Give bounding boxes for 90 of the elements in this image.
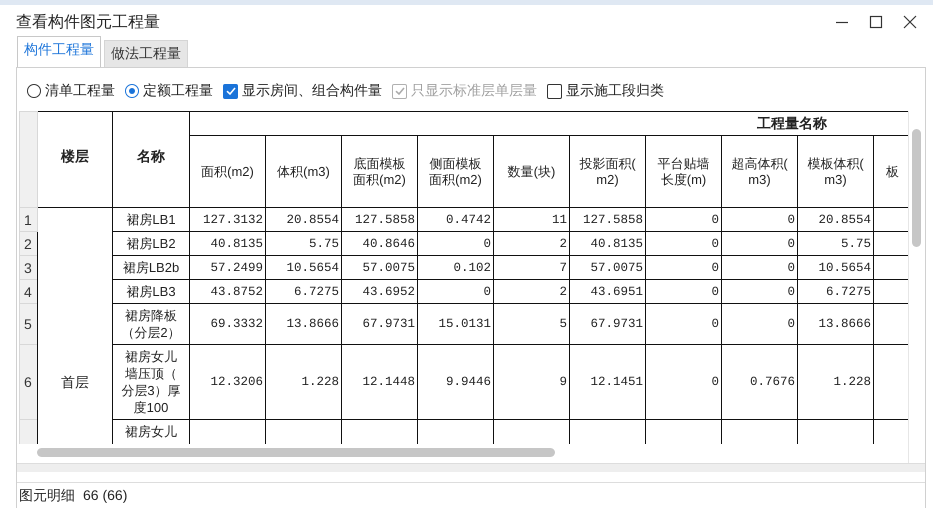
table-cell: 0 bbox=[483, 284, 491, 298]
table-cell: 13.8666 bbox=[286, 317, 339, 331]
table-cell-text: 裙房LB3 bbox=[125, 283, 177, 300]
window-title: 查看构件图元工程量 bbox=[16, 12, 161, 32]
table-cell: 0 bbox=[787, 260, 795, 274]
table-cell: 0.4742 bbox=[446, 212, 491, 226]
table-cell: 40.8646 bbox=[362, 236, 415, 250]
tab[interactable]: 做法工程量 bbox=[104, 40, 188, 67]
table-cell: 首层 bbox=[61, 374, 89, 390]
table-cell: 5.75 bbox=[840, 236, 871, 250]
close-icon[interactable] bbox=[903, 15, 917, 29]
table-cell-text: 裙房降板（分层2） bbox=[120, 307, 182, 341]
table-cell: 15.0131 bbox=[438, 317, 491, 331]
row-number[interactable]: 6 bbox=[24, 374, 32, 390]
table-cell: 40.8135 bbox=[590, 236, 643, 250]
table-cell: 0 bbox=[787, 284, 795, 298]
option-label: 只显示标准层单层量 bbox=[411, 82, 537, 100]
tab[interactable]: 构件工程量 bbox=[17, 36, 101, 67]
table-cell: 12.1451 bbox=[590, 375, 643, 389]
table-cell: 40.8135 bbox=[210, 236, 263, 250]
table-cell: 57.0075 bbox=[362, 260, 415, 274]
table-cell-text: 裙房LB2b bbox=[122, 259, 180, 276]
table-cell: 67.9731 bbox=[362, 317, 415, 331]
table-cell: 2 bbox=[559, 284, 567, 298]
table-cell: 20.8554 bbox=[818, 212, 871, 226]
table-cell: 1.228 bbox=[833, 375, 871, 389]
table-cell: 10.5654 bbox=[286, 260, 339, 274]
column-header[interactable]: 名称 bbox=[112, 112, 190, 208]
option-label: 定额工程量 bbox=[143, 82, 213, 100]
table-cell: 0 bbox=[711, 375, 719, 389]
row-number[interactable]: 5 bbox=[24, 316, 32, 332]
column-header[interactable]: 数量(块) bbox=[502, 164, 561, 180]
detail-label: 图元明细 bbox=[19, 487, 75, 505]
table-cell: 20.8554 bbox=[286, 212, 339, 226]
table-cell: 43.6952 bbox=[362, 284, 415, 298]
table-cell: 9.9446 bbox=[446, 375, 491, 389]
table-cell: 0 bbox=[787, 236, 795, 250]
table-cell: 0 bbox=[711, 284, 719, 298]
radio-button[interactable] bbox=[125, 84, 139, 98]
table-cell: 6.7275 bbox=[826, 284, 871, 298]
table-cell: 0 bbox=[483, 236, 491, 250]
column-header[interactable]: 楼层 bbox=[38, 112, 112, 208]
table-cell: 127.5858 bbox=[582, 212, 643, 226]
table-cell: 67.9731 bbox=[590, 317, 643, 331]
table-cell: 0.102 bbox=[453, 260, 491, 274]
check-icon bbox=[224, 85, 236, 97]
maximize-icon[interactable] bbox=[869, 15, 883, 29]
table-cell: 57.0075 bbox=[590, 260, 643, 274]
table-cell: 0 bbox=[787, 212, 795, 226]
table-cell: 43.8752 bbox=[210, 284, 263, 298]
table-cell: 0 bbox=[711, 212, 719, 226]
table-cell: 57.2499 bbox=[210, 260, 263, 274]
table-cell: 12.1448 bbox=[362, 375, 415, 389]
table-cell: 9 bbox=[559, 375, 567, 389]
scrollbar-thumb[interactable] bbox=[37, 448, 555, 456]
table-cell: 69.3332 bbox=[210, 317, 263, 331]
table-cell: 0 bbox=[711, 317, 719, 331]
table-cell: 6.7275 bbox=[294, 284, 339, 298]
option-label: 显示房间、组合构件量 bbox=[242, 82, 382, 100]
table-cell: 2 bbox=[559, 236, 567, 250]
column-header[interactable]: 面积(m2) bbox=[198, 164, 257, 180]
column-header[interactable]: 板 bbox=[886, 164, 908, 180]
table-cell: 12.3206 bbox=[210, 375, 263, 389]
table-cell: 0 bbox=[711, 236, 719, 250]
table-cell: 43.6951 bbox=[590, 284, 643, 298]
table-cell: 5.75 bbox=[308, 236, 339, 250]
checkbox[interactable] bbox=[547, 84, 562, 98]
radio-button[interactable] bbox=[27, 84, 41, 98]
table-cell: 10.5654 bbox=[818, 260, 871, 274]
table-cell: 11 bbox=[552, 212, 567, 226]
table-cell: 5 bbox=[559, 317, 567, 331]
table-cell: 127.5858 bbox=[354, 212, 415, 226]
table-cell-text: 裙房女儿墙压顶（分层3）厚度100 bbox=[120, 348, 182, 416]
option-label: 显示施工段归类 bbox=[566, 82, 664, 100]
column-group-header: 工程量名称 bbox=[756, 114, 827, 130]
option-label: 清单工程量 bbox=[45, 82, 115, 100]
table-cell: 127.3132 bbox=[202, 212, 263, 226]
table-cell: 7 bbox=[559, 260, 567, 274]
table-cell: 13.8666 bbox=[818, 317, 871, 331]
table-cell: 0 bbox=[787, 317, 795, 331]
table-cell: 0 bbox=[711, 260, 719, 274]
table-cell-text: 裙房LB2 bbox=[125, 235, 177, 252]
column-header[interactable]: 体积(m3) bbox=[274, 164, 333, 180]
table-cell: 1.228 bbox=[301, 375, 339, 389]
table-cell: 0.7676 bbox=[750, 375, 795, 389]
checkbox[interactable] bbox=[223, 84, 238, 98]
detail-count: 66 (66) bbox=[83, 487, 128, 505]
scrollbar-thumb[interactable] bbox=[912, 129, 920, 247]
table-cell-text: 裙房LB1 bbox=[125, 211, 177, 228]
table-cell-text: 裙房女儿 bbox=[124, 423, 178, 440]
